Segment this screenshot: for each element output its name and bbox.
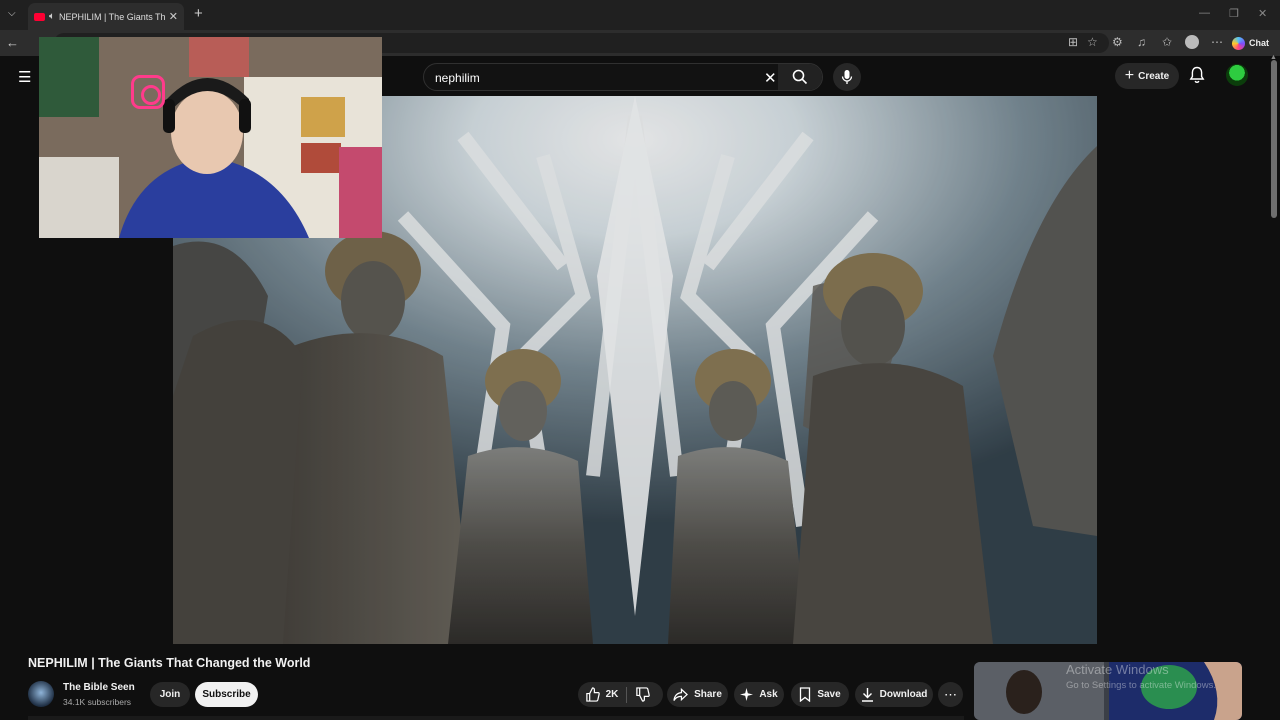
account-avatar[interactable] <box>1226 64 1248 86</box>
search-input[interactable]: nephilim <box>435 71 480 85</box>
copilot-chat-button[interactable]: Chat <box>1232 34 1269 52</box>
clear-search-icon[interactable]: ✕ <box>764 69 777 87</box>
favorite-star-icon[interactable]: ☆ <box>1087 35 1098 49</box>
copilot-label: Chat <box>1249 38 1269 48</box>
share-arrow-icon <box>673 687 689 701</box>
activate-windows-subtitle: Go to Settings to activate Windows. <box>1066 680 1216 691</box>
subscriber-count: 34.1K subscribers <box>63 697 132 707</box>
like-count[interactable]: 2K <box>606 689 619 700</box>
description-panel-edge <box>28 716 964 720</box>
search-box[interactable]: nephilim ✕ <box>423 63 823 91</box>
download-icon <box>861 688 873 702</box>
tab-title: NEPHILIM | The Giants That C <box>59 11 165 22</box>
page-scrollbar[interactable]: ▲ <box>1268 54 1280 720</box>
scrollbar-thumb[interactable] <box>1271 60 1277 218</box>
thumbs-down-icon[interactable] <box>635 687 651 702</box>
channel-avatar[interactable] <box>28 681 54 707</box>
profile-avatar-icon[interactable] <box>1185 35 1199 49</box>
join-button[interactable]: Join <box>150 682 190 707</box>
instagram-icon <box>131 75 165 109</box>
more-menu-icon[interactable]: ⋯ <box>1211 35 1223 49</box>
save-button[interactable]: Save <box>791 682 849 707</box>
share-label: Share <box>694 689 722 700</box>
notifications-bell-icon[interactable] <box>1189 66 1205 84</box>
favorites-icon[interactable]: ✩ <box>1162 35 1172 49</box>
download-label: Download <box>879 689 928 700</box>
bookmark-icon <box>800 687 811 702</box>
minimize-button[interactable]: — <box>1199 7 1210 19</box>
new-tab-button[interactable]: + <box>194 5 203 22</box>
ask-label: Ask <box>759 689 778 700</box>
app-available-icon[interactable]: ⊞ <box>1068 35 1078 49</box>
speaker-icon[interactable]: 🔈︎ <box>49 11 55 22</box>
plus-icon: + <box>1124 67 1135 84</box>
webcam-feed-image <box>39 37 382 238</box>
thumbs-up-icon[interactable] <box>585 687 600 702</box>
sparkle-icon <box>740 688 754 701</box>
tab-actions-chevron-icon[interactable]: ⌵ <box>8 8 16 19</box>
like-dislike-group: 2K <box>578 682 663 707</box>
download-button[interactable]: Download <box>855 682 933 707</box>
activate-windows-title: Activate Windows <box>1066 662 1169 677</box>
voice-search-button[interactable] <box>833 63 861 91</box>
create-button[interactable]: + Create <box>1115 63 1179 89</box>
browser-tab[interactable]: 🔈︎ NEPHILIM | The Giants That C ✕ <box>28 3 184 30</box>
menu-hamburger-icon[interactable]: ☰ <box>18 68 31 86</box>
browser-essentials-icon[interactable]: ♫ <box>1137 35 1146 49</box>
save-label: Save <box>817 689 841 700</box>
microphone-icon <box>841 70 853 84</box>
maximize-button[interactable]: ❐ <box>1229 7 1239 20</box>
search-icon <box>792 69 808 85</box>
browser-titlebar: ⌵ 🔈︎ NEPHILIM | The Giants That C ✕ + — … <box>0 0 1280 30</box>
close-window-button[interactable]: ✕ <box>1258 7 1267 20</box>
copilot-icon <box>1232 36 1245 50</box>
youtube-favicon-icon <box>34 12 45 21</box>
more-actions-button[interactable]: ⋯ <box>938 682 963 707</box>
back-arrow-icon[interactable]: ← <box>6 35 19 50</box>
video-title: NEPHILIM | The Giants That Changed the W… <box>28 656 311 670</box>
subscribe-button[interactable]: Subscribe <box>195 682 258 707</box>
share-button[interactable]: Share <box>667 682 728 707</box>
more-dots-icon: ⋯ <box>944 686 957 702</box>
like-divider <box>626 686 628 703</box>
create-label: Create <box>1138 70 1170 82</box>
search-button[interactable] <box>778 64 822 90</box>
extensions-icon[interactable]: ⚙ <box>1112 35 1123 49</box>
channel-name[interactable]: The Bible Seen <box>63 682 135 693</box>
tab-close-icon[interactable]: ✕ <box>169 10 178 23</box>
streamer-webcam-overlay <box>39 37 382 238</box>
ask-button[interactable]: Ask <box>734 682 784 707</box>
